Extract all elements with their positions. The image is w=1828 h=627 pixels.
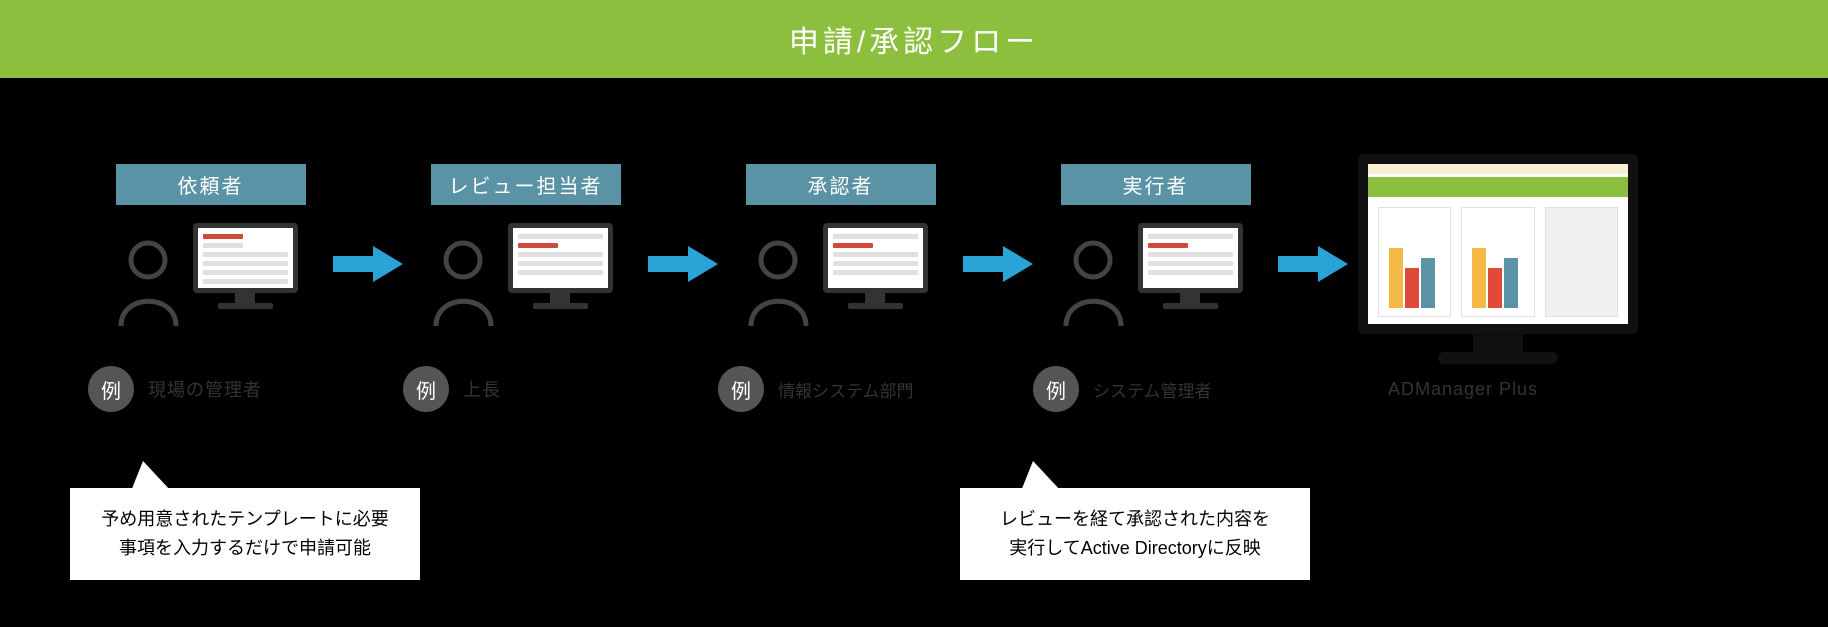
flow-arrow — [963, 244, 1033, 284]
example-text: 情報システム部門 — [778, 377, 914, 402]
product-monitor — [1358, 154, 1638, 364]
stage-approver: 承認者 — [718, 164, 963, 328]
flow-arrow — [1278, 244, 1348, 284]
example-requester: 例 現場の管理者 — [88, 366, 403, 412]
arrow-right-icon — [648, 244, 718, 284]
arrow-right-icon — [333, 244, 403, 284]
callout-requester: 予め用意されたテンプレートに必要事項を入力するだけで申請可能 — [70, 488, 420, 580]
monitor-screen-thumbnail — [193, 223, 298, 293]
role-label-approver: 承認者 — [746, 164, 936, 205]
role-label-reviewer: レビュー担当者 — [431, 164, 621, 205]
arrow-right-icon — [1278, 244, 1348, 284]
monitor-screen-thumbnail — [508, 223, 613, 293]
header-bar: 申請/承認フロー — [0, 0, 1828, 78]
example-row: 例 現場の管理者 例 上長 例 情報システム部門 例 システム管理者 ADMan… — [88, 366, 1788, 412]
monitor-icon — [823, 223, 928, 309]
monitor-screen-thumbnail — [823, 223, 928, 293]
example-product: ADManager Plus — [1388, 379, 1538, 400]
icon-group — [766, 223, 916, 328]
example-badge: 例 — [1033, 366, 1079, 412]
flow-arrow — [333, 244, 403, 284]
person-icon — [746, 238, 811, 328]
flow-row: 依頼者 — [88, 164, 1788, 364]
stage-reviewer: レビュー担当者 — [403, 164, 648, 328]
arrow-right-icon — [963, 244, 1033, 284]
person-icon — [431, 238, 496, 328]
person-icon — [116, 238, 181, 328]
example-approver: 例 情報システム部門 — [718, 366, 1033, 412]
product-name: ADManager Plus — [1388, 379, 1538, 400]
example-text: 上長 — [463, 376, 501, 402]
example-executor: 例 システム管理者 — [1033, 366, 1348, 412]
monitor-icon — [193, 223, 298, 309]
callout-executor: レビューを経て承認された内容を実行してActive Directoryに反映 — [960, 488, 1310, 580]
example-badge: 例 — [88, 366, 134, 412]
stage-requester: 依頼者 — [88, 164, 333, 328]
diagram-body: 依頼者 — [0, 78, 1828, 627]
product-dashboard-thumbnail — [1358, 154, 1638, 334]
flow-arrow — [648, 244, 718, 284]
example-text: 現場の管理者 — [148, 376, 262, 402]
role-label-executor: 実行者 — [1061, 164, 1251, 205]
stage-result — [1358, 154, 1638, 364]
example-badge: 例 — [403, 366, 449, 412]
person-icon — [1061, 238, 1126, 328]
example-reviewer: 例 上長 — [403, 366, 718, 412]
icon-group — [136, 223, 286, 328]
header-title: 申請/承認フロー — [789, 17, 1039, 61]
icon-group — [1081, 223, 1231, 328]
monitor-screen-thumbnail — [1138, 223, 1243, 293]
monitor-icon — [1138, 223, 1243, 309]
stage-executor: 実行者 — [1033, 164, 1278, 328]
role-label-requester: 依頼者 — [116, 164, 306, 205]
example-text: システム管理者 — [1093, 377, 1212, 402]
example-badge: 例 — [718, 366, 764, 412]
monitor-icon — [508, 223, 613, 309]
icon-group — [451, 223, 601, 328]
